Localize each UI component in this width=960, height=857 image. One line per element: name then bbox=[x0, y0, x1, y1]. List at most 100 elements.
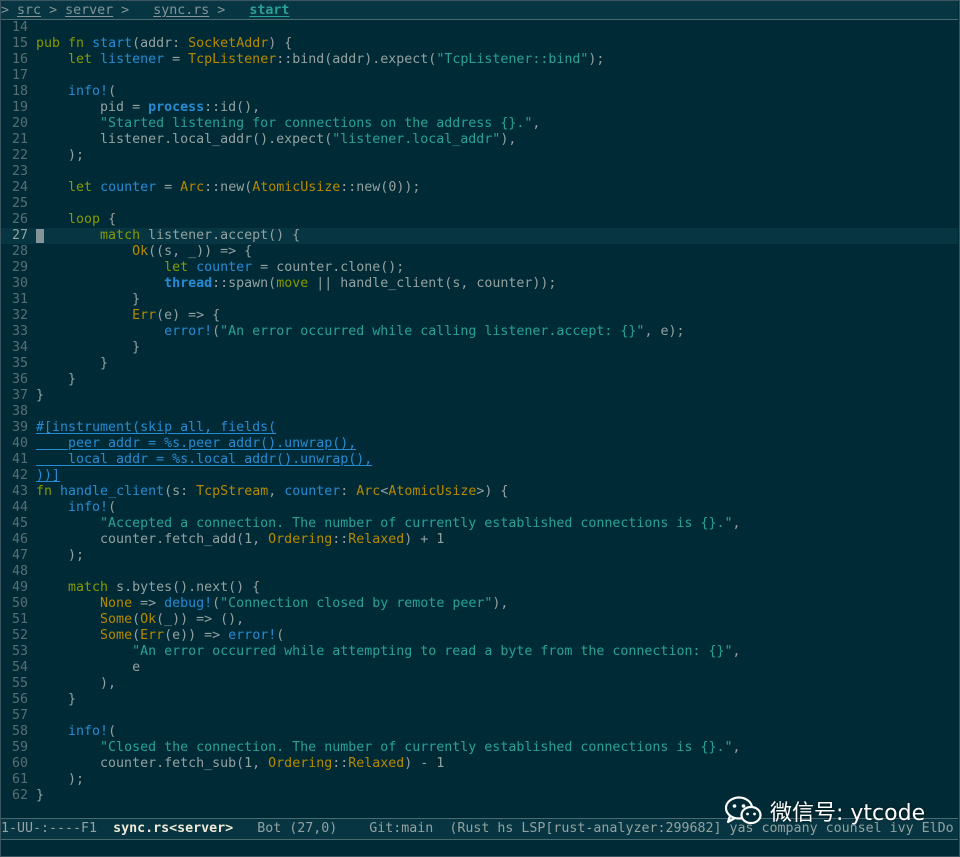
code-line[interactable]: 16 let listener = TcpListener::bind(addr… bbox=[1, 52, 958, 68]
code-token: ( bbox=[108, 724, 117, 739]
line-number: 42 bbox=[12, 468, 29, 483]
watermark-text: 微信号: ytcode bbox=[770, 801, 926, 826]
code-line[interactable]: 58 info!( bbox=[1, 724, 958, 740]
code-text: ); bbox=[36, 148, 84, 163]
code-line[interactable]: 45 "Accepted a connection. The number of… bbox=[1, 516, 958, 532]
code-line[interactable]: 55 ), bbox=[1, 676, 958, 692]
code-line[interactable]: 40 peer_addr = %s.peer_addr().unwrap(), bbox=[1, 436, 958, 452]
code-line[interactable]: 43 fn handle_client(s: TcpStream, counter… bbox=[1, 484, 958, 500]
code-editor[interactable]: 14 15 pub fn start(addr: SocketAddr) {16 l… bbox=[1, 20, 958, 818]
code-line[interactable]: 49 match s.bytes().next() { bbox=[1, 580, 958, 596]
code-line[interactable]: 25 bbox=[1, 196, 958, 212]
code-token: :: bbox=[332, 756, 349, 771]
line-number: 34 bbox=[12, 340, 29, 355]
code-line[interactable]: 29 let counter = counter.clone(); bbox=[1, 260, 958, 276]
code-line[interactable]: 48 bbox=[1, 564, 958, 580]
watermark: 微信号: ytcode bbox=[724, 796, 925, 826]
code-line[interactable]: 57 bbox=[1, 708, 958, 724]
code-token: || handle_client(s, counter)); bbox=[308, 276, 557, 291]
code-line[interactable]: 54 e bbox=[1, 660, 958, 676]
code-line[interactable]: 35 } bbox=[1, 356, 958, 372]
code-text: #[instrument(skip_all, fields( bbox=[36, 420, 276, 435]
code-token: ) - 1 bbox=[404, 756, 445, 771]
code-line[interactable]: 37} bbox=[1, 388, 958, 404]
code-line[interactable]: 51 Some(Ok(_)) => (), bbox=[1, 612, 958, 628]
code-line[interactable]: 30 thread::spawn(move || handle_client(s… bbox=[1, 276, 958, 292]
code-token: counter bbox=[284, 484, 341, 499]
line-number: 30 bbox=[12, 276, 29, 291]
code-text: let listener = TcpListener::bind(addr).e… bbox=[36, 52, 604, 67]
code-text: pid = process::id(), bbox=[36, 100, 260, 115]
breadcrumb-item-current[interactable]: start bbox=[249, 3, 289, 18]
code-text: counter.fetch_sub(1, Ordering::Relaxed) … bbox=[36, 756, 444, 771]
code-line[interactable]: 31 } bbox=[1, 292, 958, 308]
code-token: "Closed the connection. The number of cu… bbox=[100, 740, 733, 755]
code-line[interactable]: 44 info!( bbox=[1, 500, 958, 516]
modeline-vc[interactable]: Git:main bbox=[369, 821, 449, 836]
code-token: thread bbox=[164, 276, 213, 291]
code-token: loop bbox=[68, 212, 101, 227]
code-text: } bbox=[36, 340, 140, 355]
code-line[interactable]: 17 bbox=[1, 68, 958, 84]
code-text: let counter = counter.clone(); bbox=[36, 260, 404, 275]
code-line[interactable]: 59 "Closed the connection. The number of… bbox=[1, 740, 958, 756]
line-number: 40 bbox=[12, 436, 29, 451]
code-line[interactable]: 46 counter.fetch_add(1, Ordering::Relaxe… bbox=[1, 532, 958, 548]
code-line[interactable]: 26 loop { bbox=[1, 212, 958, 228]
code-line[interactable]: 15 pub fn start(addr: SocketAddr) { bbox=[1, 36, 958, 52]
code-line[interactable]: 41 local_addr = %s.local_addr().unwrap()… bbox=[1, 452, 958, 468]
code-line[interactable]: 14 bbox=[1, 20, 958, 36]
code-line[interactable]: 34 } bbox=[1, 340, 958, 356]
code-token: , bbox=[532, 116, 541, 131]
code-line[interactable]: 47 ); bbox=[1, 548, 958, 564]
code-token: info! bbox=[68, 84, 109, 99]
code-token: } bbox=[36, 788, 45, 803]
code-line[interactable]: 23 bbox=[1, 164, 958, 180]
code-line[interactable]: 22 ); bbox=[1, 148, 958, 164]
code-line[interactable]: 56 } bbox=[1, 692, 958, 708]
code-line[interactable]: 60 counter.fetch_sub(1, Ordering::Relaxe… bbox=[1, 756, 958, 772]
line-number: 24 bbox=[12, 180, 29, 195]
code-token: "An error occurred while calling listene… bbox=[220, 324, 645, 339]
line-number: 23 bbox=[12, 164, 29, 179]
breadcrumb-item-file[interactable]: sync.rs bbox=[153, 3, 209, 18]
code-line[interactable]: 27 match listener.accept() { bbox=[1, 228, 958, 244]
code-token: e bbox=[36, 660, 141, 675]
code-line[interactable]: 18 info!( bbox=[1, 84, 958, 100]
code-token: ); bbox=[588, 52, 605, 67]
code-text: ))] bbox=[36, 468, 60, 483]
breadcrumb-item-server[interactable]: server bbox=[65, 3, 113, 18]
code-line[interactable]: 32 Err(e) => { bbox=[1, 308, 958, 324]
code-line[interactable]: 38 bbox=[1, 404, 958, 420]
code-line[interactable]: 33 error!("An error occurred while calli… bbox=[1, 324, 958, 340]
line-number: 22 bbox=[12, 148, 29, 163]
code-line[interactable]: 39 #[instrument(skip_all, fields( bbox=[1, 420, 958, 436]
code-token: , e); bbox=[644, 324, 685, 339]
code-line[interactable]: 52 Some(Err(e)) => error!( bbox=[1, 628, 958, 644]
code-line[interactable]: 53 "An error occurred while attempting t… bbox=[1, 644, 958, 660]
code-line[interactable]: 19 pid = process::id(), bbox=[1, 100, 958, 116]
breadcrumb-separator: > bbox=[217, 3, 226, 18]
code-token: s.bytes().next() { bbox=[108, 580, 261, 595]
code-line[interactable]: 28 Ok((s, _)) => { bbox=[1, 244, 958, 260]
code-line[interactable]: 21 listener.local_addr().expect("listene… bbox=[1, 132, 958, 148]
code-text: listener.local_addr().expect("listener.l… bbox=[36, 132, 516, 147]
code-token: None bbox=[100, 596, 133, 611]
breadcrumb-item-src[interactable]: src bbox=[17, 3, 41, 18]
code-token: ); bbox=[36, 148, 85, 163]
line-number: 17 bbox=[12, 68, 29, 83]
line-number: 28 bbox=[12, 244, 29, 259]
code-line[interactable]: 42))] bbox=[1, 468, 958, 484]
code-line[interactable]: 24 let counter = Arc::new(AtomicUsize::n… bbox=[1, 180, 958, 196]
code-token: pid = bbox=[36, 100, 149, 115]
code-line[interactable]: 36 } bbox=[1, 372, 958, 388]
modeline-buffer-name[interactable]: sync.rs<server> bbox=[113, 821, 233, 836]
code-token: ), bbox=[36, 676, 117, 691]
code-line[interactable]: 61 ); bbox=[1, 772, 958, 788]
code-line[interactable]: 50 None => debug!("Connection closed by … bbox=[1, 596, 958, 612]
code-token: AtomicUsize bbox=[388, 484, 477, 499]
code-line[interactable]: 20 "Started listening for connections on… bbox=[1, 116, 958, 132]
line-number: 15 bbox=[12, 36, 29, 51]
